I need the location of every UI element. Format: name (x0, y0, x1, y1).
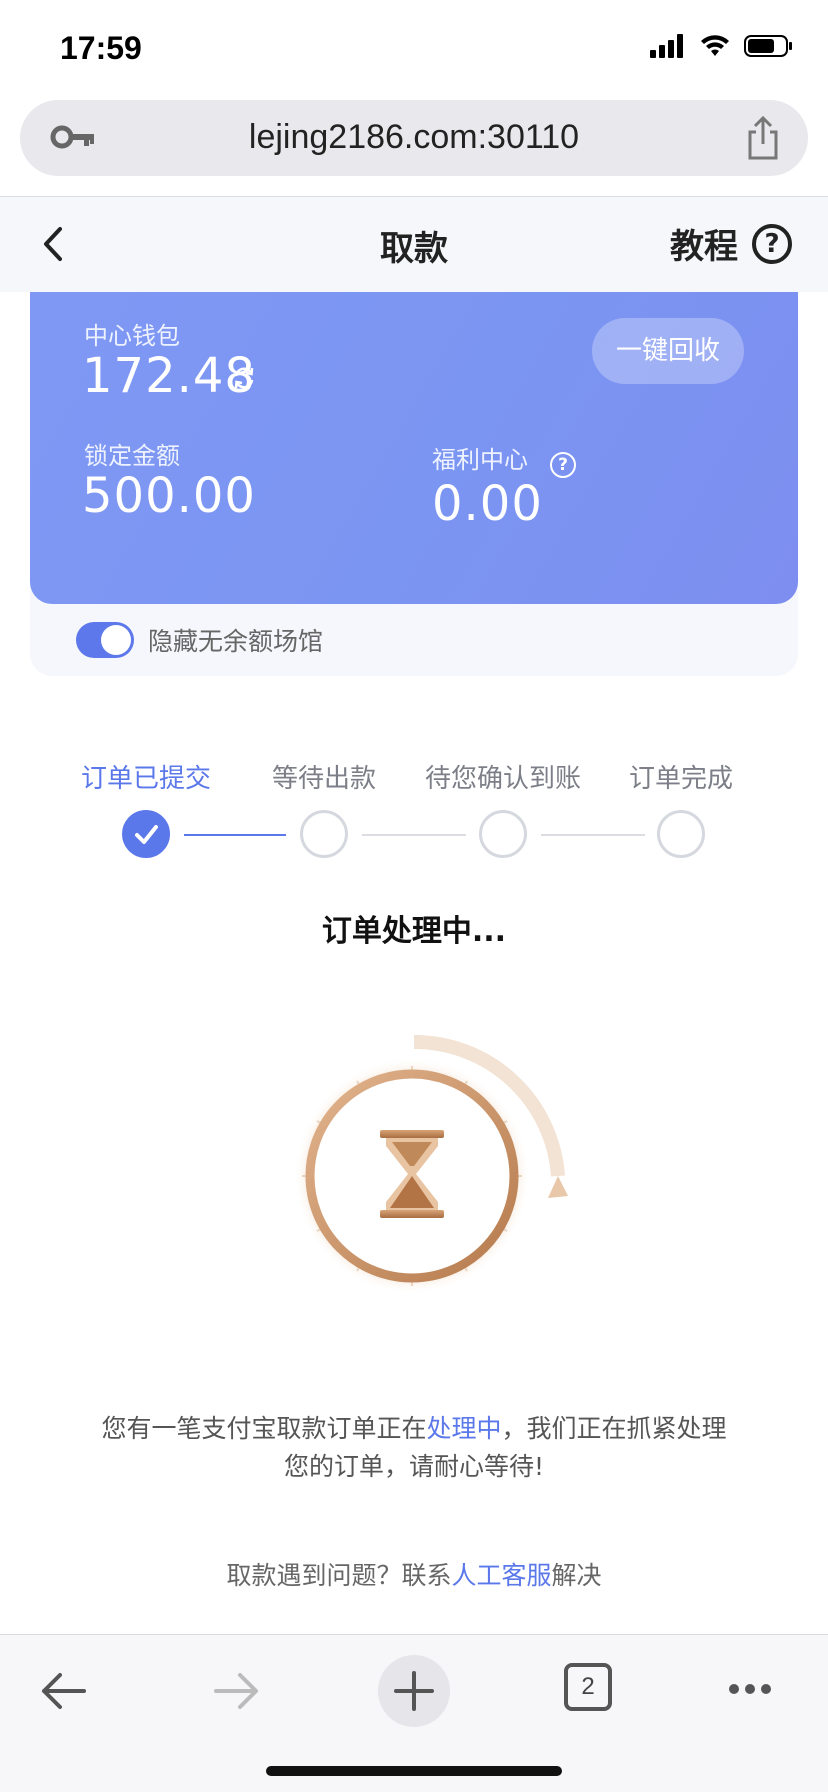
step-label-submitted: 订单已提交 (80, 764, 211, 794)
order-progress-steps: 订单已提交 等待出款 待您确认到账 订单完成 (0, 752, 828, 872)
home-indicator (266, 1766, 562, 1776)
welfare-help-icon[interactable]: ? (550, 452, 576, 478)
refresh-icon[interactable] (230, 364, 258, 392)
processing-message: 您有一笔支付宝取款订单正在处理中，我们正在抓紧处理 您的订单，请耐心等待! (60, 1410, 768, 1486)
support-suffix: 解决 (551, 1561, 602, 1590)
message-text: ，我们正在抓紧处理 (501, 1414, 727, 1443)
new-tab-button[interactable] (378, 1655, 450, 1727)
hide-empty-venues-toggle[interactable] (76, 622, 134, 658)
step-marker-completed (657, 810, 705, 858)
tutorial-button[interactable]: 教程 ? (670, 219, 792, 268)
welfare-center-value: 0.00 (432, 476, 543, 532)
locked-amount-label: 锁定金额 (84, 442, 180, 470)
step-label-confirm-receipt: 待您确认到账 (424, 764, 581, 794)
more-icon[interactable] (726, 1681, 774, 1697)
step-label-awaiting-payout: 等待出款 (271, 764, 376, 794)
support-prefix: 取款遇到问题？联系 (226, 1561, 452, 1590)
message-text: 您的订单，请耐心等待! (283, 1452, 545, 1481)
plus-icon (394, 1671, 434, 1711)
step-connector (184, 834, 286, 836)
center-wallet-label: 中心钱包 (84, 322, 180, 350)
locked-amount-value: 500.00 (82, 468, 256, 524)
share-icon[interactable] (744, 116, 782, 160)
hourglass-illustration (262, 1026, 582, 1346)
address-bar[interactable]: lejing2186.com:30110 (20, 100, 808, 176)
hourglass-icon (294, 1034, 568, 1294)
step-marker-awaiting-payout (300, 810, 348, 858)
processing-title: 订单处理中... (321, 914, 507, 949)
forward-icon[interactable] (212, 1669, 262, 1713)
status-time: 17:59 (60, 30, 142, 66)
recycle-all-button[interactable]: 一键回收 (592, 318, 744, 384)
wallet-panel: 中心钱包 172.48 一键回收 锁定金额 500.00 福利中心 ? 0.00… (30, 292, 798, 676)
battery-icon (744, 35, 792, 57)
hide-empty-venues-row: 隐藏无余额场馆 (76, 622, 323, 658)
status-icons (650, 34, 794, 58)
welfare-center-label: 福利中心 (432, 446, 528, 474)
step-label-completed: 订单完成 (628, 764, 733, 794)
toggle-knob (101, 625, 131, 655)
url-text[interactable]: lejing2186.com:30110 (20, 118, 808, 157)
hide-empty-venues-label: 隐藏无余额场馆 (148, 627, 324, 656)
help-circle-icon: ? (752, 223, 792, 264)
step-connector (362, 834, 466, 836)
back-icon[interactable] (38, 1669, 88, 1713)
customer-service-link[interactable]: 人工客服 (451, 1561, 551, 1590)
tutorial-label: 教程 (670, 227, 738, 267)
wifi-icon (701, 35, 729, 56)
wallet-card: 中心钱包 172.48 一键回收 锁定金额 500.00 福利中心 ? 0.00 (30, 292, 798, 604)
page-header: 取款 教程 ? (0, 196, 828, 292)
step-connector (541, 834, 645, 836)
status-bar: 17:59 (0, 0, 828, 100)
message-highlight: 处理中 (426, 1414, 502, 1443)
tabs-icon[interactable]: 2 (564, 1663, 612, 1711)
support-line: 取款遇到问题？联系人工客服解决 (0, 1556, 828, 1592)
message-text: 您有一笔支付宝取款订单正在 (101, 1414, 427, 1443)
signal-icon (650, 34, 683, 58)
check-icon (135, 825, 158, 844)
step-marker-submitted (122, 810, 170, 858)
step-marker-confirm-receipt (479, 810, 527, 858)
